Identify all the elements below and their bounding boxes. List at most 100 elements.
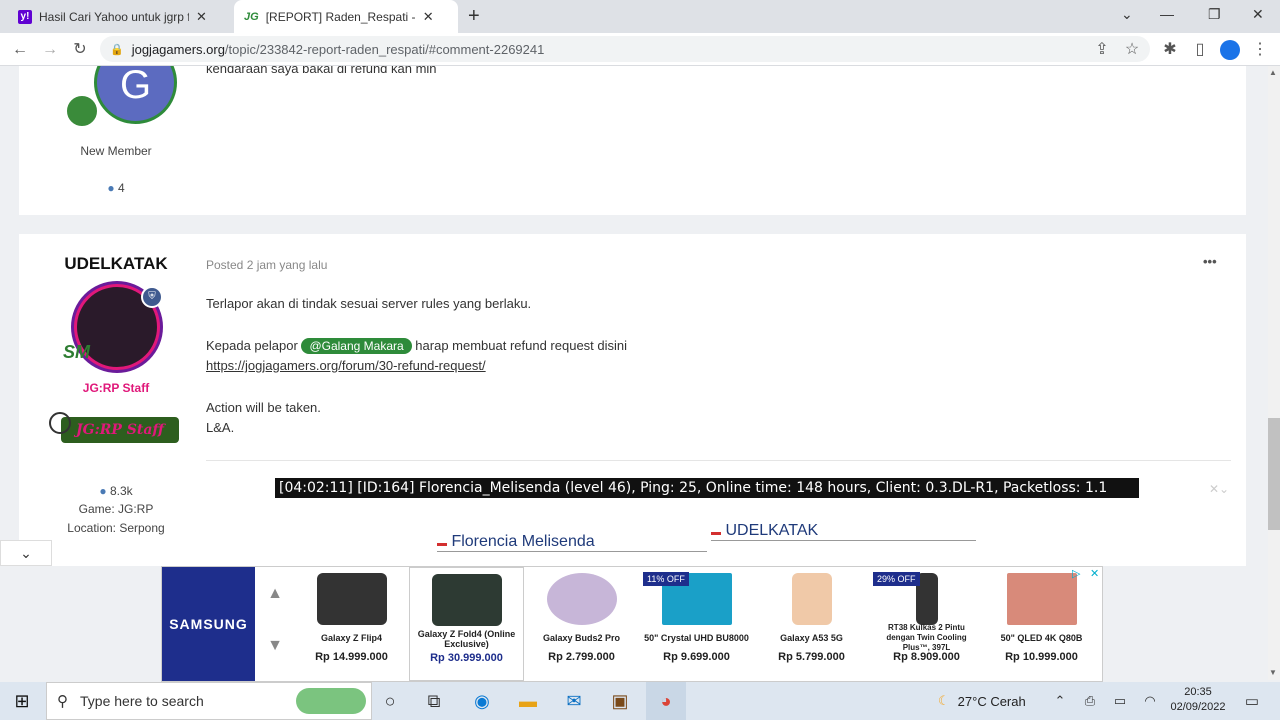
scroll-down-icon[interactable]: ▼	[1269, 668, 1277, 677]
weather-moon-icon: ☾	[938, 693, 950, 708]
profile-game: Game: JG:RP	[78, 502, 154, 516]
staff-emblem-icon: SM	[63, 342, 90, 362]
mail-icon[interactable]: ✉	[554, 682, 594, 720]
player-name-left: ▬ Florencia Melisenda	[437, 533, 707, 552]
ad-product[interactable]: Galaxy Z Flip4 Rp 14.999.000	[294, 567, 409, 681]
tab-report[interactable]: JG [REPORT] Raden_Respati - Archive ✕	[234, 0, 458, 33]
address-bar: ← → ↻ 🔒 jogjagamers.org/topic/233842-rep…	[0, 33, 1280, 66]
tab-close-icon[interactable]: ✕	[423, 9, 434, 25]
tab-close-icon[interactable]: ✕	[196, 9, 207, 25]
page-content: G kendaraan saya bakal di refund kan min…	[0, 66, 1268, 566]
shield-badge-icon: ⛨	[141, 286, 163, 308]
reload-icon[interactable]: ↻	[65, 33, 95, 66]
bookmark-star-icon[interactable]: ☆	[1117, 33, 1147, 66]
post-card: UDELKATAK ⛨ SM JG:RP Staff JG:RP Staff ●…	[19, 234, 1246, 566]
member-group: JG:RP Staff	[82, 381, 150, 395]
comment-icon: ●	[107, 181, 115, 195]
flag-icon: ▬	[711, 527, 721, 538]
post-line: harap membuat refund request disini	[415, 338, 628, 353]
game-overlay-text: [04:02:11] [ID:164] Florencia_Melisenda …	[275, 478, 1139, 498]
discount-badge: 11% OFF	[643, 572, 689, 586]
tab-bar: y! Hasil Cari Yahoo untuk jgrp forum ✕ J…	[0, 0, 1280, 33]
post-date[interactable]: Posted 2 jam yang lalu	[206, 258, 327, 272]
profile-avatar[interactable]	[1220, 40, 1240, 60]
ad-close-icon[interactable]: ✕	[1090, 567, 1099, 580]
avatar[interactable]: G	[94, 66, 177, 124]
extensions-icon[interactable]: ✱	[1155, 33, 1185, 66]
qled-tv-icon	[1006, 573, 1077, 625]
close-embed-icon[interactable]: ✕⌄	[1209, 482, 1229, 496]
cortana-icon[interactable]: ○	[370, 682, 410, 720]
samsung-logo[interactable]: SAMSUNG	[162, 567, 255, 681]
member-rank: New Member	[80, 144, 152, 158]
ad-product[interactable]: Galaxy A53 5G Rp 5.799.000	[754, 567, 869, 681]
reputation-count: 8.3k	[109, 484, 133, 498]
discount-badge: 29% OFF	[873, 572, 920, 586]
forward-icon[interactable]: →	[35, 33, 65, 66]
notifications-icon[interactable]: ▭	[1232, 682, 1272, 720]
wifi-icon[interactable]: ◠	[1130, 682, 1170, 720]
staff-rank-badge: JG:RP Staff	[61, 417, 179, 443]
url-bar[interactable]: 🔒 jogjagamers.org/topic/233842-report-ra…	[100, 36, 1150, 62]
clock[interactable]: 20:35 02/09/2022	[1168, 685, 1228, 715]
phone-fold-icon	[431, 574, 502, 626]
task-view-icon[interactable]: ⧉	[414, 682, 454, 720]
scroll-up-icon[interactable]: ▲	[1269, 68, 1277, 77]
tab-title: [REPORT] Raden_Respati - Archive	[265, 9, 416, 24]
side-panel-icon[interactable]: ▯	[1185, 33, 1215, 66]
yahoo-favicon-icon: y!	[18, 9, 32, 24]
weather-widget[interactable]: ☾ 27°C Cerah	[938, 682, 1026, 720]
divider	[206, 460, 1231, 461]
url-path: /topic/233842-report-raden_respati/#comm…	[224, 41, 545, 57]
new-tab-button[interactable]: +	[468, 5, 480, 28]
url-host: jogjagamers.org	[131, 41, 225, 57]
minimize-button[interactable]: —	[1160, 6, 1174, 22]
refund-link[interactable]: https://jogjagamers.org/forum/30-refund-…	[206, 358, 486, 373]
close-window-button[interactable]: ✕	[1252, 6, 1264, 23]
ad-product[interactable]: 11% OFF 50" Crystal UHD BU8000 Rp 9.699.…	[639, 567, 754, 681]
file-explorer-icon[interactable]: ▬	[508, 682, 548, 720]
scrollbar-thumb[interactable]	[1268, 418, 1280, 530]
phone-flip-icon	[316, 573, 387, 625]
ad-product[interactable]: 29% OFF RT38 Kulkas 2 Pintu dengan Twin …	[869, 567, 984, 681]
tab-yahoo[interactable]: y! Hasil Cari Yahoo untuk jgrp forum ✕	[8, 0, 232, 33]
search-icon: ⚲	[57, 693, 68, 710]
collapse-chevron-icon[interactable]: ⌄	[0, 540, 52, 566]
player-name-right: ▬ UDELKATAK	[711, 522, 976, 541]
mention-link[interactable]: @Galang Makara	[301, 338, 412, 354]
adchoices-icon[interactable]: ▷	[1072, 567, 1080, 580]
post-count: 4	[117, 181, 125, 195]
ad-product[interactable]: Galaxy Buds2 Pro Rp 2.799.000	[524, 567, 639, 681]
post-options-icon[interactable]: •••	[1203, 254, 1217, 269]
back-icon[interactable]: ←	[5, 33, 35, 66]
jg-favicon-icon: JG	[244, 10, 259, 23]
post-author[interactable]: UDELKATAK	[19, 254, 213, 274]
taskbar: ⊞ ⚲ Type here to search ○ ⧉ ◉ ▬ ✉ ▣ ◕ ☾ …	[0, 682, 1280, 720]
phone-a53-icon	[791, 573, 832, 625]
ad-nav: ▲ ▼	[258, 567, 292, 681]
windows-start-icon[interactable]: ⊞	[2, 682, 42, 720]
maximize-button[interactable]: ❐	[1208, 6, 1221, 23]
search-placeholder: Type here to search	[80, 693, 204, 709]
app-icon[interactable]: ▣	[600, 682, 640, 720]
samsung-ad-banner[interactable]: SAMSUNG ▲ ▼ Galaxy Z Flip4 Rp 14.999.000…	[161, 566, 1103, 682]
earbuds-icon	[546, 573, 617, 625]
tab-search-button[interactable]: ⌄	[1121, 6, 1133, 23]
lock-icon: 🔒	[110, 43, 124, 56]
profile-location: Location: Serpong	[67, 521, 165, 535]
ad-prev-icon[interactable]: ▲	[258, 585, 292, 603]
chrome-icon[interactable]: ◕	[646, 682, 686, 720]
page-scrollbar[interactable]	[1268, 66, 1280, 680]
post-line: Action will be taken.	[206, 400, 321, 415]
menu-kebab-icon[interactable]: ⋮	[1245, 33, 1275, 66]
share-icon[interactable]: ⇪	[1087, 33, 1117, 66]
frog-rank-icon	[65, 94, 99, 128]
edge-icon[interactable]: ◉	[462, 682, 502, 720]
post-text: kendaraan saya bakal di refund kan min	[206, 66, 437, 76]
post-line: L&A.	[206, 420, 235, 435]
ad-product[interactable]: Galaxy Z Fold4 (Online Exclusive) Rp 30.…	[409, 567, 524, 681]
swirl-decor-icon	[49, 412, 71, 434]
ad-next-icon[interactable]: ▼	[258, 637, 292, 655]
post-card: G kendaraan saya bakal di refund kan min…	[19, 66, 1246, 215]
ad-product[interactable]: 50" QLED 4K Q80B Rp 10.999.000	[984, 567, 1099, 681]
